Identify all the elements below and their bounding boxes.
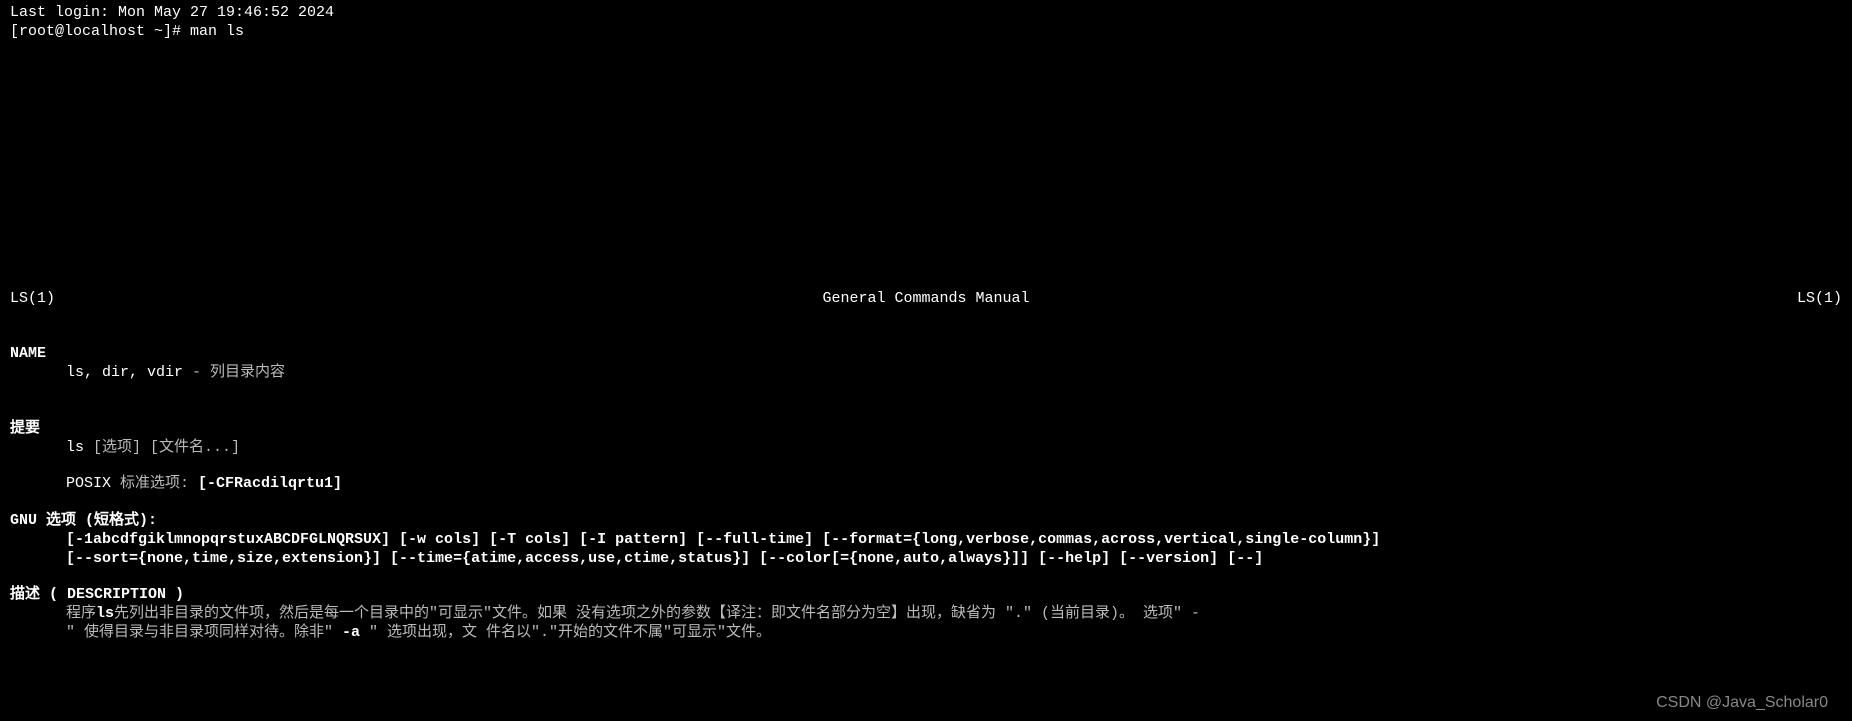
posix-label: 标准选项: [120, 475, 198, 492]
name-description: 列目录内容 [210, 364, 285, 381]
desc-l1-p2: 先列出非目录的文件项，然后是每一个目录中的"可显示"文件。如果 没有选项之外的参… [114, 605, 1200, 622]
synopsis-cmd: ls [66, 439, 84, 456]
name-section-content: ls, dir, vdir - 列目录内容 [66, 364, 1842, 383]
gnu-header-text: 选项 (短格式): [46, 512, 157, 529]
description-section-header: 描述 ( DESCRIPTION ) [10, 586, 1842, 605]
posix-options: [-CFRacdilqrtu1] [198, 475, 342, 492]
description-line2: " 使得目录与非目录项同样对待。除非" -a " 选项出现，文 件名以"."开始… [66, 624, 1842, 643]
gnu-options-line2: [--sort={none,time,size,extension}] [--t… [66, 550, 1842, 569]
desc-l2-bold: -a [342, 624, 360, 641]
synopsis-section-header: 提要 [10, 420, 1842, 439]
command-input: man ls [190, 23, 244, 40]
desc-l1-p1: 程序 [66, 605, 96, 622]
name-section-header: NAME [10, 345, 1842, 364]
name-separator: - [183, 364, 210, 381]
description-line1: 程序ls先列出非目录的文件项，然后是每一个目录中的"可显示"文件。如果 没有选项… [66, 605, 1842, 624]
desc-l2-p1: " 使得目录与非目录项同样对待。除非" [66, 624, 342, 641]
man-header-center: General Commands Manual [55, 290, 1797, 309]
posix-prefix: POSIX [66, 475, 120, 492]
gnu-section-header: GNU 选项 (短格式): [10, 512, 1842, 531]
synopsis-line2: POSIX 标准选项: [-CFRacdilqrtu1] [66, 475, 1842, 494]
man-header-right: LS(1) [1797, 290, 1842, 309]
shell-prompt-line[interactable]: [root@localhost ~]# man ls [10, 23, 1842, 42]
name-commands: ls, dir, vdir [66, 364, 183, 381]
synopsis-line1: ls [选项] [文件名...] [66, 439, 1842, 458]
login-timestamp-line: Last login: Mon May 27 19:46:52 2024 [10, 4, 1842, 23]
desc-l2-p2: " 选项出现，文 件名以"."开始的文件不属"可显示"文件。 [360, 624, 771, 641]
gnu-prefix: GNU [10, 512, 46, 529]
man-page-header: LS(1) General Commands Manual LS(1) [10, 290, 1842, 309]
shell-prompt: [root@localhost ~]# [10, 23, 190, 40]
desc-l1-bold1: ls [96, 605, 114, 622]
man-header-left: LS(1) [10, 290, 55, 309]
watermark: CSDN @Java_Scholar0 [1656, 693, 1828, 713]
gnu-options-line1: [-1abcdfgiklmnopqrstuxABCDFGLNQRSUX] [-w… [66, 531, 1842, 550]
synopsis-args: [选项] [文件名...] [84, 439, 240, 456]
